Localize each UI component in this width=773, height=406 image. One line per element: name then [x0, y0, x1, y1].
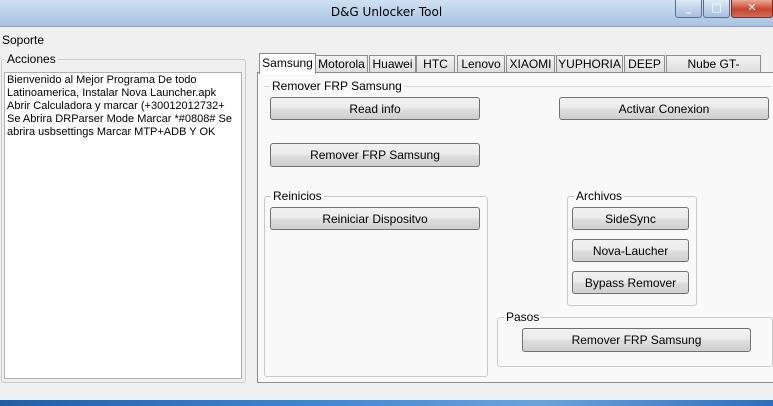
tab-huawei[interactable]: Huawei: [369, 55, 416, 73]
tab-motorola[interactable]: Motorola: [315, 55, 368, 73]
title-bar: D&G Unlocker Tool _ □ ✕: [0, 0, 773, 27]
window-controls: _ □ ✕: [675, 0, 773, 20]
nova-launcher-button[interactable]: Nova-Laucher: [572, 239, 689, 262]
tab-htc[interactable]: HTC: [416, 55, 455, 73]
sidesync-button[interactable]: SideSync: [572, 207, 689, 230]
reiniciar-dispositivo-button[interactable]: Reiniciar Dispositvo: [270, 207, 480, 230]
tab-deep[interactable]: DEEP: [624, 55, 665, 73]
taskbar-strip: [0, 400, 773, 406]
reinicios-label: Reinicios: [271, 189, 324, 203]
tab-lenovo[interactable]: Lenovo: [457, 55, 505, 73]
remover-frp-group-label: Remover FRP Samsung: [270, 79, 404, 93]
tab-samsung[interactable]: Samsung: [259, 53, 316, 74]
close-icon: ✕: [747, 1, 757, 14]
pasos-label: Pasos: [504, 310, 542, 324]
tab-yuphoria[interactable]: YUPHORIA: [556, 55, 623, 73]
bypass-remover-button[interactable]: Bypass Remover: [572, 271, 689, 294]
acciones-label: Acciones: [5, 52, 58, 66]
minimize-button[interactable]: _: [675, 0, 702, 18]
menu-soporte[interactable]: Soporte: [2, 33, 44, 47]
close-button[interactable]: ✕: [731, 0, 773, 18]
minimize-icon: _: [685, 1, 692, 14]
menu-bar: Soporte: [0, 27, 773, 51]
maximize-button[interactable]: □: [703, 0, 730, 18]
remover-frp-samsung-button[interactable]: Remover FRP Samsung: [270, 143, 480, 167]
pasos-remover-frp-button[interactable]: Remover FRP Samsung: [522, 328, 751, 352]
read-info-button[interactable]: Read info: [270, 97, 480, 120]
actions-text: Bienvenido al Mejor Programa De todo Lat…: [7, 74, 236, 138]
window-title: D&G Unlocker Tool: [330, 5, 443, 19]
tab-xiaomi[interactable]: XIAOMI: [506, 55, 555, 73]
maximize-icon: □: [711, 1, 722, 14]
archivos-label: Archivos: [574, 189, 625, 203]
activar-conexion-button[interactable]: Activar Conexion: [559, 97, 769, 120]
tab-nube-gt-smart[interactable]: Nube GT-SMART: [666, 55, 761, 88]
actions-textbox[interactable]: Bienvenido al Mejor Programa De todo Lat…: [4, 72, 242, 379]
